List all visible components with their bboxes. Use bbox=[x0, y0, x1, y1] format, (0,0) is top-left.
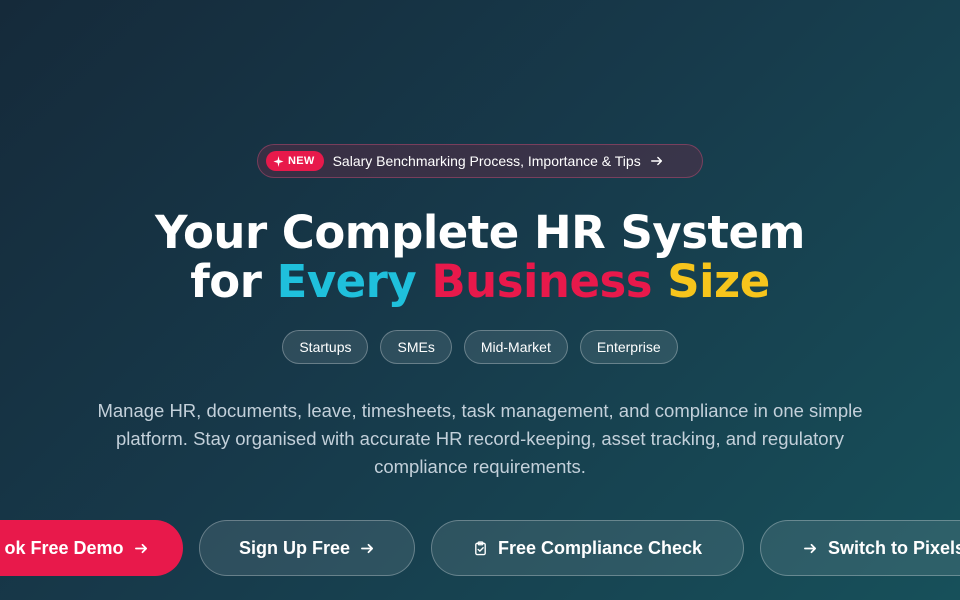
hero-description: Manage HR, documents, leave, timesheets,… bbox=[97, 400, 863, 477]
chip-startups[interactable]: Startups bbox=[282, 330, 369, 364]
sparkle-icon bbox=[273, 155, 284, 167]
hero-section: NEW Salary Benchmarking Process, Importa… bbox=[0, 0, 960, 600]
clipboard-check-icon bbox=[475, 540, 486, 555]
arrow-right-icon bbox=[361, 543, 374, 553]
free-compliance-check-label: Free Compliance Check bbox=[497, 537, 703, 558]
announcement-pill[interactable]: NEW Salary Benchmarking Process, Importa… bbox=[257, 144, 703, 178]
headline-line-1: Your Complete HR System bbox=[155, 206, 805, 259]
arrow-right-icon bbox=[650, 156, 662, 166]
headline-word-business: Business bbox=[431, 255, 653, 308]
free-compliance-check-button[interactable]: Free Compliance Check bbox=[431, 520, 744, 576]
chip-enterprise[interactable]: Enterprise bbox=[579, 330, 678, 364]
sign-up-free-label: Sign Up Free bbox=[238, 537, 350, 558]
new-badge-label: NEW bbox=[288, 155, 315, 167]
sign-up-free-button[interactable]: Sign Up Free bbox=[199, 520, 415, 576]
chip-smes[interactable]: SMEs bbox=[380, 330, 452, 364]
headline-line-2-prefix: for bbox=[190, 255, 277, 308]
page-title: Your Complete HR System for Every Busine… bbox=[0, 208, 960, 306]
new-badge: NEW bbox=[266, 151, 324, 171]
announcement-text: Salary Benchmarking Process, Importance … bbox=[332, 153, 641, 169]
headline-word-size: Size bbox=[667, 255, 770, 308]
arrow-right-icon bbox=[134, 543, 147, 553]
headline-word-every: Every bbox=[276, 255, 417, 308]
arrow-right-icon bbox=[804, 543, 817, 553]
book-free-demo-label: ok Free Demo bbox=[4, 537, 124, 558]
chip-mid-market[interactable]: Mid-Market bbox=[463, 330, 568, 364]
segment-chips: Startups SMEs Mid-Market Enterprise bbox=[0, 330, 960, 364]
book-free-demo-button[interactable]: ok Free Demo bbox=[0, 520, 183, 576]
switch-to-pixels-label: Switch to Pixels bbox=[828, 537, 960, 558]
switch-to-pixels-button[interactable]: Switch to Pixels bbox=[760, 520, 960, 576]
